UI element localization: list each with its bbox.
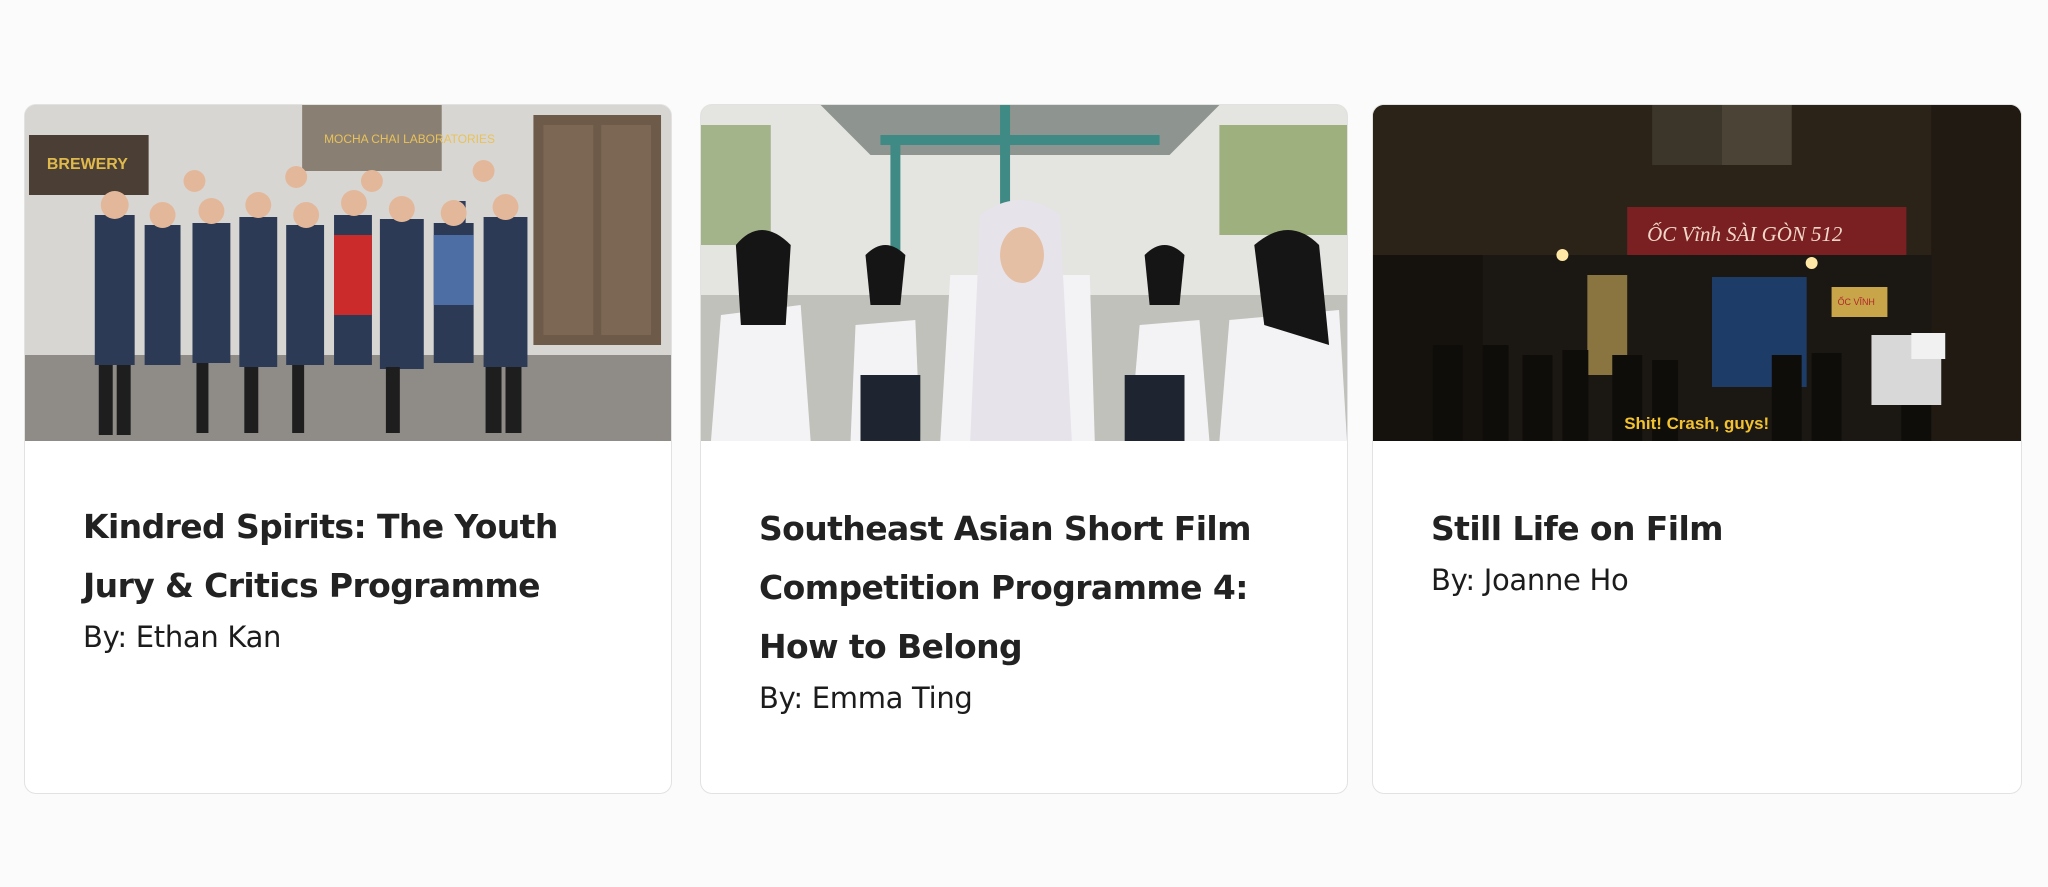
article-card-body: Still Life on Film By: Joanne Ho: [1373, 441, 2021, 602]
small-sign-text: ỐC VĨNH: [1838, 296, 1875, 307]
article-card-body: Southeast Asian Short Film Competition P…: [701, 441, 1347, 720]
article-card[interactable]: BREWERY MOCHA CHAI LABORATORIES Kindred …: [24, 104, 672, 794]
article-author: By: Joanne Ho: [1431, 563, 1629, 597]
brewery-sign-text: BREWERY: [47, 156, 128, 173]
article-thumbnail[interactable]: [701, 105, 1347, 441]
article-card-body: Kindred Spirits: The Youth Jury & Critic…: [25, 441, 671, 659]
article-card[interactable]: ỐC Vĩnh SÀI GÒN 512 ỐC VĨNH Shit! Crash,…: [1372, 104, 2022, 794]
article-title[interactable]: Still Life on Film: [1431, 499, 1963, 558]
restaurant-sign-text: ỐC Vĩnh SÀI GÒN 512: [1647, 222, 1843, 246]
film-subtitle-text: Shit! Crash, guys!: [1624, 414, 1769, 433]
film-still-schoolgirls-image: [701, 105, 1347, 441]
group-photo-image: BREWERY MOCHA CHAI LABORATORIES: [25, 105, 671, 441]
article-title[interactable]: Kindred Spirits: The Youth Jury & Critic…: [83, 497, 613, 615]
article-thumbnail[interactable]: BREWERY MOCHA CHAI LABORATORIES: [25, 105, 671, 441]
article-author: By: Ethan Kan: [83, 620, 282, 654]
article-card[interactable]: Southeast Asian Short Film Competition P…: [700, 104, 1348, 794]
article-title[interactable]: Southeast Asian Short Film Competition P…: [759, 499, 1289, 676]
film-still-night-street-image: ỐC Vĩnh SÀI GÒN 512 ỐC VĨNH Shit! Crash,…: [1373, 105, 2021, 441]
article-thumbnail[interactable]: ỐC Vĩnh SÀI GÒN 512 ỐC VĨNH Shit! Crash,…: [1373, 105, 2021, 441]
article-card-grid: BREWERY MOCHA CHAI LABORATORIES Kindred …: [0, 0, 2048, 887]
article-author: By: Emma Ting: [759, 681, 973, 715]
mocha-sign-text: MOCHA CHAI LABORATORIES: [324, 132, 495, 146]
